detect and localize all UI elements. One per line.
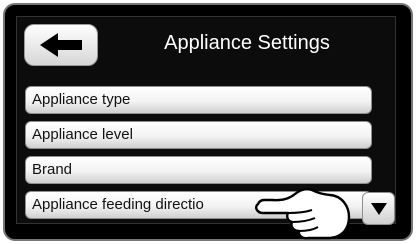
triangle-down-icon [370,202,387,215]
back-button[interactable] [24,24,98,66]
arrow-left-icon [40,33,82,57]
menu-item-appliance-type[interactable]: Appliance type [25,86,372,114]
scroll-down-button[interactable] [362,192,395,225]
menu-item-brand[interactable]: Brand [25,156,372,184]
menu-item-appliance-level[interactable]: Appliance level [25,121,372,149]
page-title: Appliance Settings [164,32,330,54]
pointing-hand-icon [255,188,351,240]
